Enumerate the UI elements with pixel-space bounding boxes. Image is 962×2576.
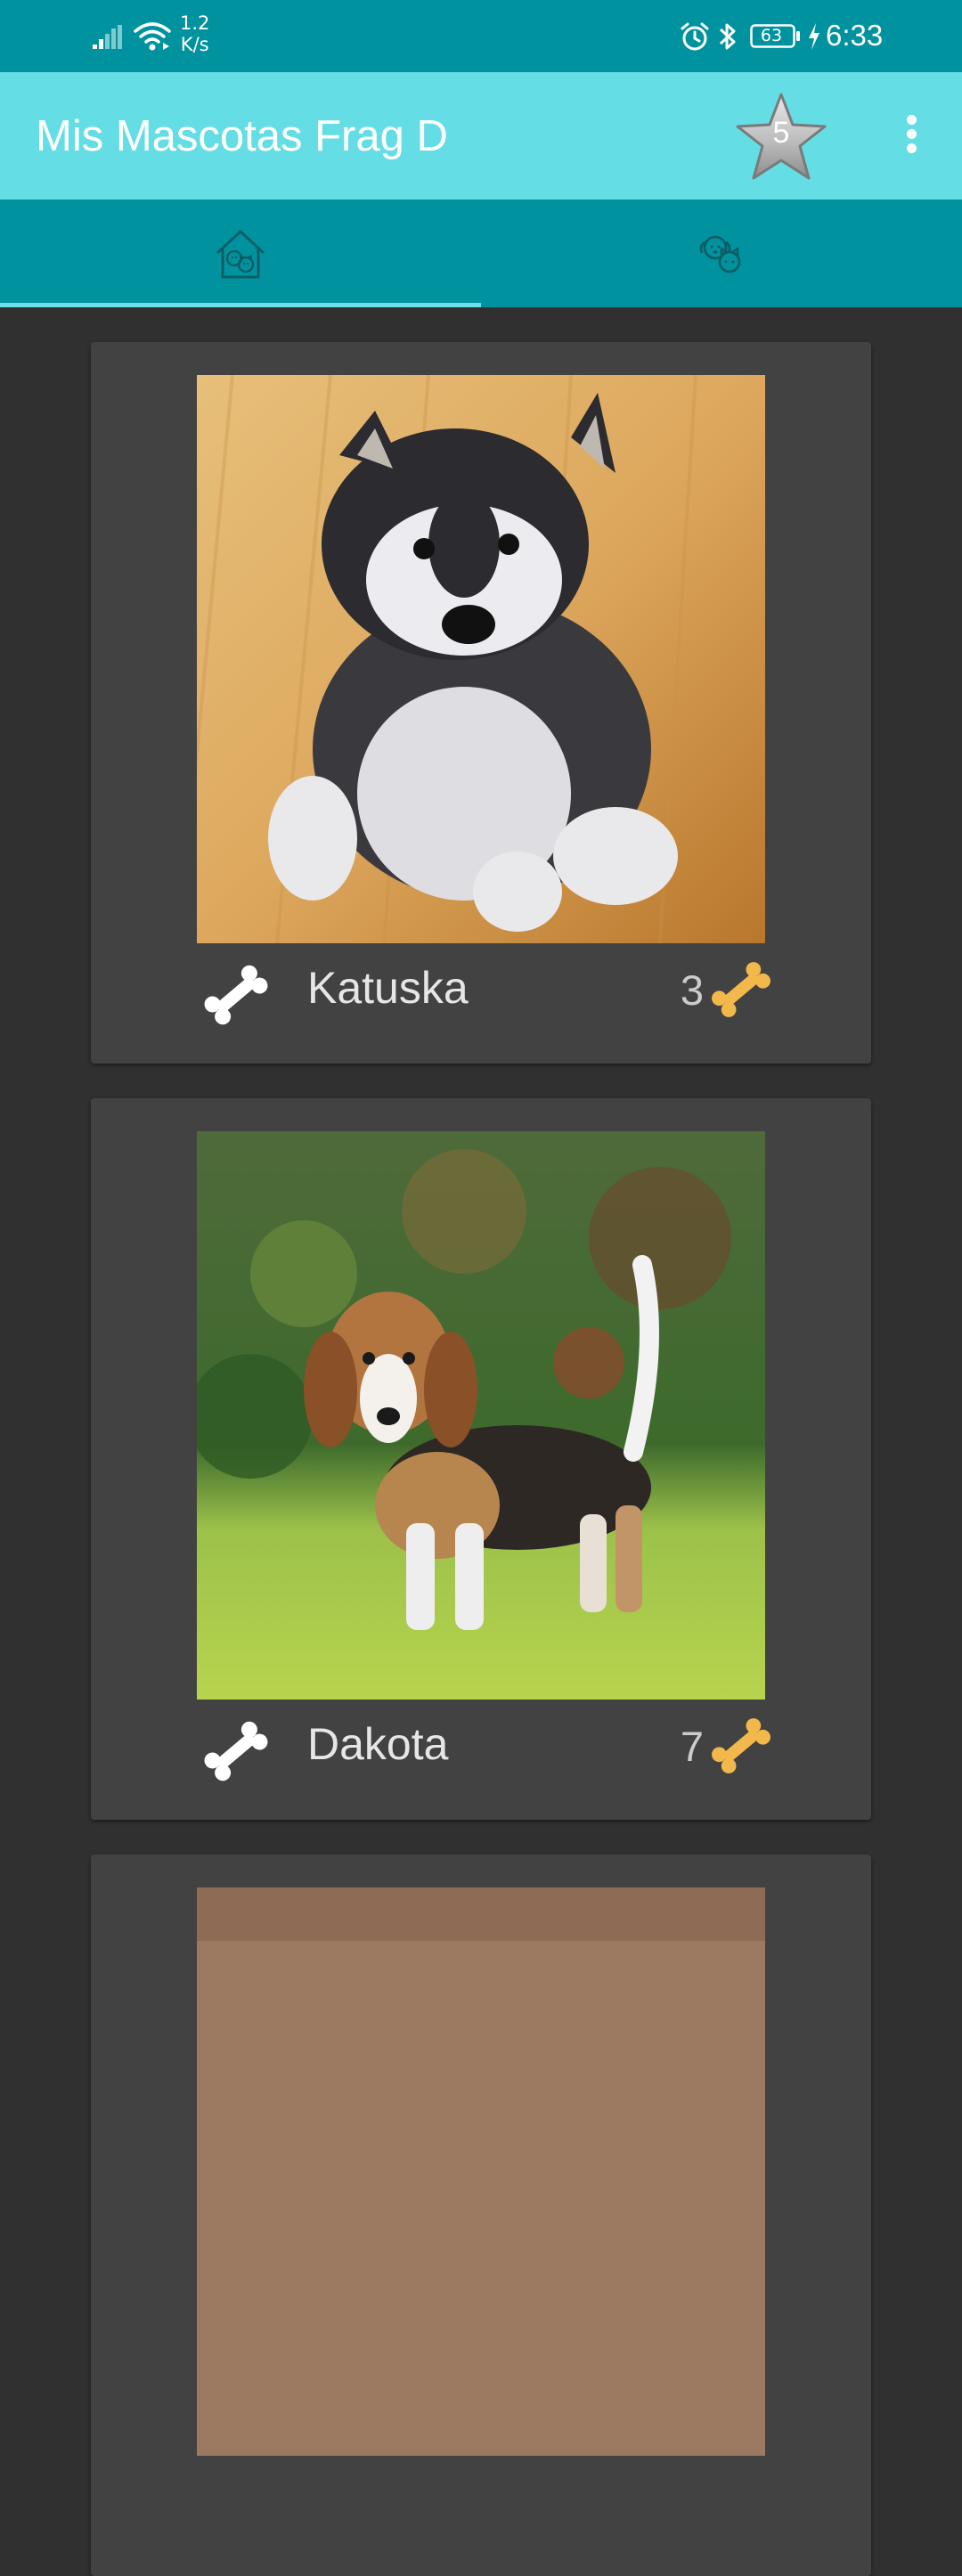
clock: 6:33 [826, 19, 884, 52]
pet-card[interactable]: Katuska 3 [91, 342, 871, 1064]
like-bone-icon[interactable] [198, 1713, 274, 1789]
tab-dog-cat[interactable] [481, 200, 962, 307]
status-bar: 1.2 K/s 63 6:33 [0, 0, 962, 72]
network-speed: 1.2 K/s [180, 12, 209, 55]
tab-bar [0, 200, 962, 307]
tab-pet-house[interactable] [0, 200, 481, 307]
alarm-icon [681, 22, 709, 51]
signal-icon [93, 25, 122, 49]
app-title: Mis Mascotas Frag D [36, 112, 448, 160]
pet-card[interactable] [91, 1855, 871, 2576]
pet-photo-beagle [197, 1131, 765, 1700]
pet-rating: 7 [661, 1715, 777, 1777]
battery-level: 63 [760, 26, 783, 45]
bluetooth-icon [719, 23, 736, 50]
charging-icon [809, 23, 819, 50]
pet-name: Katuska [307, 963, 469, 1013]
rating-count: 3 [680, 966, 704, 1014]
tab-indicator [0, 303, 481, 307]
wifi-icon [134, 22, 171, 51]
like-bone-icon[interactable] [198, 957, 274, 1033]
rating-bone-icon [712, 1718, 770, 1773]
more-vert-icon[interactable] [898, 115, 925, 159]
network-speed-unit: K/s [180, 34, 209, 55]
pet-rating: 3 [661, 958, 777, 1021]
rating-count: 7 [680, 1722, 704, 1770]
pet-photo-husky [197, 375, 765, 943]
pet-house-icon [216, 230, 265, 278]
app-bar: Mis Mascotas Frag D 5 [0, 72, 962, 200]
pet-card[interactable]: Dakota 7 [91, 1098, 871, 1820]
favorites-star-button[interactable]: 5 [732, 91, 830, 183]
rating-bone-icon [712, 962, 770, 1017]
pet-name: Dakota [307, 1719, 449, 1769]
favorites-count: 5 [772, 116, 790, 150]
dog-cat-icon [699, 235, 741, 273]
pet-photo-partial [197, 1887, 765, 2456]
network-speed-value: 1.2 [180, 12, 210, 34]
